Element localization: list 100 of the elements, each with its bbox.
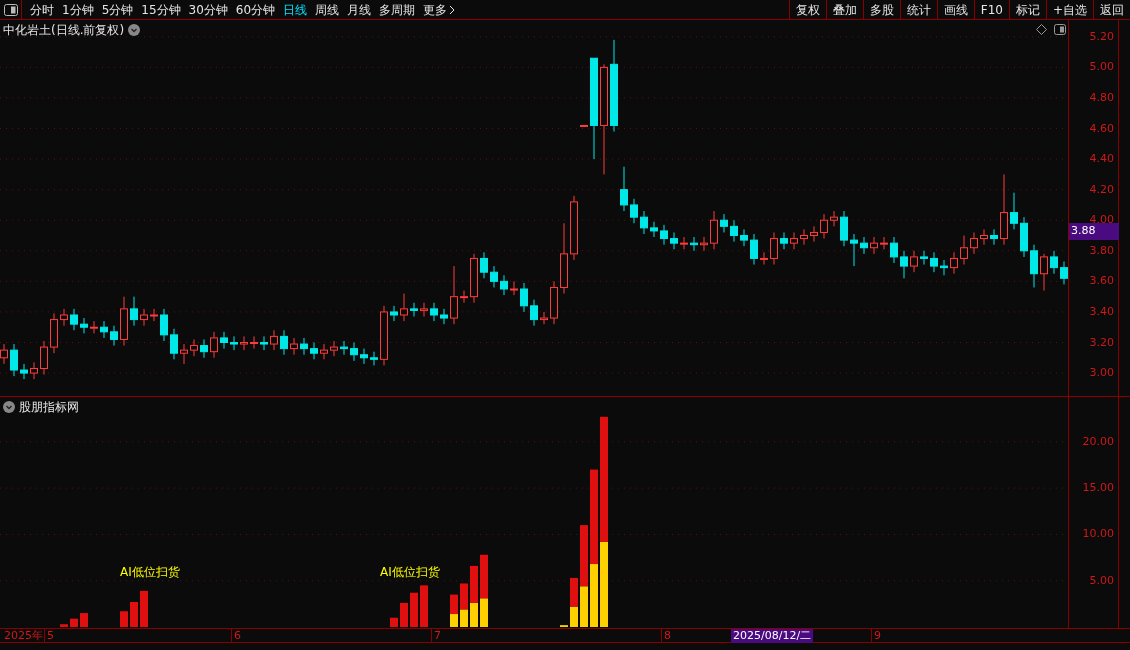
candlestick: [1050, 250, 1058, 275]
candlestick: [780, 231, 788, 250]
toolbar-button[interactable]: 叠加: [825, 0, 863, 19]
toolbar-button[interactable]: 统计: [899, 0, 937, 19]
candlestick: [970, 231, 978, 255]
candlestick: [210, 331, 218, 359]
period-tab[interactable]: 60分钟: [231, 0, 280, 20]
candlestick: [990, 228, 998, 246]
candlestick: [920, 250, 928, 266]
candlestick: [90, 320, 98, 334]
candlestick: [340, 340, 348, 356]
period-tab[interactable]: 30分钟: [184, 0, 232, 20]
candlestick: [350, 342, 358, 362]
date-axis-label: 2025年: [4, 629, 43, 643]
period-tab[interactable]: 月线: [343, 0, 376, 20]
candlestick: [620, 166, 628, 212]
bar: [420, 585, 428, 627]
candlestick: [890, 236, 898, 264]
candlestick: [1010, 192, 1018, 230]
candlestick: [640, 210, 648, 235]
bar: [70, 618, 78, 627]
panel-toggle-icon[interactable]: [3, 3, 18, 16]
candlestick: [520, 282, 528, 313]
candlestick: [170, 328, 178, 360]
candlestick: [810, 225, 818, 243]
panel-toggle-icon[interactable]: [1054, 24, 1066, 35]
candlestick: [770, 231, 778, 266]
toolbar-button[interactable]: 多股: [862, 0, 900, 19]
candlestick: [70, 308, 78, 331]
candlestick: [180, 343, 188, 365]
candlestick: [530, 299, 538, 327]
candlestick: [440, 308, 448, 325]
chevron-right-icon: [449, 4, 456, 15]
candlestick: [270, 329, 278, 351]
candlestick: [140, 308, 148, 327]
candlestick: [1030, 244, 1038, 288]
candlestick: [730, 219, 738, 243]
price-axis-label: 5.20: [1089, 30, 1114, 42]
candlestick: [280, 329, 288, 356]
price-axis-label: 5.00: [1089, 61, 1114, 73]
candlestick: [370, 351, 378, 366]
candlestick: [900, 250, 908, 279]
candlestick: [830, 210, 838, 227]
candlestick: [480, 251, 488, 279]
candlestick: [760, 251, 768, 266]
candlestick: [740, 228, 748, 247]
price-axis-label: 4.60: [1089, 122, 1114, 134]
candlestick: [880, 236, 888, 250]
toolbar-button[interactable]: +自选: [1045, 0, 1093, 19]
period-tab[interactable]: 分时: [26, 0, 58, 20]
bar: [140, 590, 148, 627]
candlestick: [660, 224, 668, 246]
period-tab[interactable]: 周线: [311, 0, 344, 20]
candlestick: [940, 259, 948, 276]
candlestick: [110, 325, 118, 347]
dropdown-icon[interactable]: [3, 401, 15, 413]
toolbar-button[interactable]: 标记: [1008, 0, 1046, 19]
candlestick: [190, 338, 198, 357]
price-axis-label: 4.40: [1089, 153, 1114, 165]
period-tab[interactable]: 多周期: [375, 0, 420, 20]
candlestick: [220, 331, 228, 350]
candlestick: [260, 335, 268, 351]
toolbar-button[interactable]: 复权: [788, 0, 826, 19]
current-price-tag: 3.88: [1069, 223, 1119, 240]
indicator-axis-label: 20.00: [1082, 435, 1114, 447]
price-axis-label: 3.20: [1089, 336, 1114, 348]
period-tab[interactable]: 更多: [419, 0, 460, 20]
candlestick: [360, 348, 368, 365]
bar: [390, 617, 398, 627]
candlestick: [540, 311, 548, 325]
toolbar-button[interactable]: 返回: [1093, 0, 1130, 19]
candlestick: [450, 265, 458, 325]
indicator-title: 股朋指标网: [19, 399, 79, 416]
bar: [130, 602, 138, 627]
diamond-icon[interactable]: [1036, 24, 1047, 35]
period-tab[interactable]: 日线: [279, 0, 312, 20]
candlestick: [330, 340, 338, 357]
candlestick: [160, 308, 168, 342]
candlestick: [860, 236, 868, 255]
candlestick: [250, 335, 258, 350]
price-axis-label: 4.00: [1089, 214, 1114, 226]
toolbar-button[interactable]: 画线: [936, 0, 974, 19]
toolbar-button[interactable]: F10: [973, 0, 1009, 19]
dropdown-icon[interactable]: [128, 24, 141, 36]
candlestick: [1060, 261, 1068, 285]
candlestick: [820, 213, 828, 240]
candlestick: [710, 210, 718, 250]
period-tab[interactable]: 1分钟: [58, 0, 98, 20]
bar: [410, 592, 418, 627]
bar: [120, 611, 128, 627]
price-axis-label: 4.80: [1089, 91, 1114, 103]
period-tab[interactable]: 15分钟: [137, 0, 185, 20]
candlestick: [10, 343, 18, 377]
indicator-axis-label: 10.00: [1082, 528, 1114, 540]
candlestick: [80, 317, 88, 334]
date-axis-label: 9: [874, 629, 881, 643]
period-tab[interactable]: 5分钟: [97, 0, 138, 20]
date-axis-label: 8: [664, 629, 671, 643]
candlestick: [460, 290, 468, 304]
signal-label: AI低位扫货: [380, 564, 440, 581]
